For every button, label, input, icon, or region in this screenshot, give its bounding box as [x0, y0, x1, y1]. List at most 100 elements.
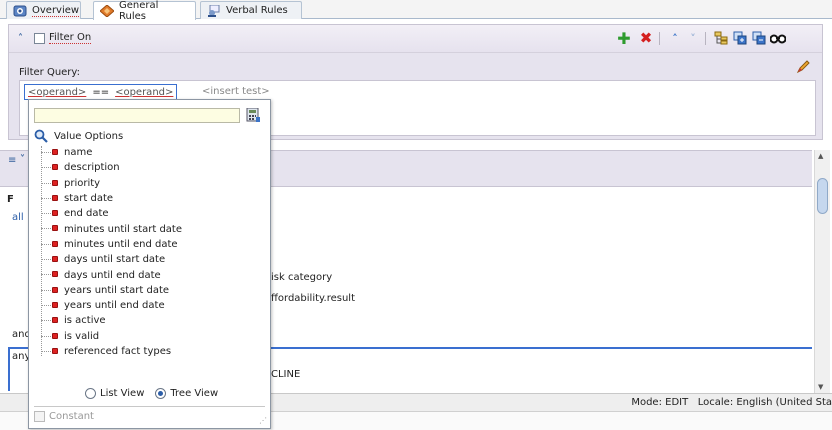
tree-item-minutes-until-start-date[interactable]: minutes until start date	[39, 221, 182, 236]
tree-item-years-until-end-date[interactable]: years until end date	[39, 298, 182, 313]
add-icon[interactable]: ✚	[616, 29, 632, 48]
vertical-scrollbar[interactable]: ▲ ▼	[814, 150, 830, 393]
tree-item-label: priority	[64, 177, 101, 189]
value-options-header: Value Options	[34, 129, 123, 143]
affordability-text: ffordability.result	[271, 293, 355, 304]
tree-item-label: description	[64, 162, 120, 174]
operator[interactable]: ==	[92, 87, 109, 98]
constant-checkbox[interactable]	[34, 411, 45, 422]
tree-item-referenced-fact-types[interactable]: referenced fact types	[39, 344, 182, 359]
attribute-node-icon	[52, 286, 58, 293]
attribute-node-icon	[52, 164, 58, 171]
left-operand[interactable]: <operand>	[28, 87, 86, 98]
attribute-node-icon	[52, 210, 58, 217]
attribute-node-icon	[52, 256, 58, 263]
insert-test-link[interactable]: <insert test>	[202, 86, 270, 97]
attribute-node-icon	[52, 301, 58, 308]
rule-section-letter: F	[7, 194, 14, 205]
view-toggle: List View Tree View	[85, 388, 218, 399]
tree-item-minutes-until-end-date[interactable]: minutes until end date	[39, 237, 182, 252]
tab-label: General Rules	[119, 0, 159, 22]
search-icon	[34, 129, 48, 143]
tree-item-label: is active	[64, 315, 106, 327]
value-options-popup: Value Options name description priority …	[28, 99, 271, 429]
decline-text: CLINE	[271, 369, 301, 380]
tree-item-years-until-start-date[interactable]: years until start date	[39, 283, 182, 298]
expand-chevron-icon[interactable]: ˅	[20, 154, 25, 165]
status-mode: Mode: EDIT	[631, 397, 689, 408]
tree-item-is-valid[interactable]: is valid	[39, 329, 182, 344]
value-options-title: Value Options	[54, 130, 124, 142]
tab-general-rules[interactable]: General Rules	[93, 0, 196, 22]
value-search-input[interactable]	[34, 108, 240, 123]
move-up-icon[interactable]: ˄	[667, 30, 683, 46]
rules-diamond-icon	[99, 4, 115, 18]
verbal-rules-icon	[207, 4, 221, 17]
tab-verbal-rules[interactable]: Verbal Rules	[200, 1, 302, 19]
move-down-icon[interactable]: ˅	[685, 30, 701, 46]
tree-item-label: start date	[64, 193, 114, 205]
collapse-toggle-icon[interactable]: ≡	[8, 155, 16, 166]
tree-item-name[interactable]: name	[39, 145, 182, 160]
attribute-node-icon	[52, 194, 58, 201]
calculator-icon[interactable]	[246, 107, 260, 122]
list-view-label[interactable]: List View	[100, 388, 144, 399]
tree-item-days-until-end-date[interactable]: days until end date	[39, 267, 182, 282]
edit-pencil-icon[interactable]	[795, 59, 811, 75]
attribute-node-icon	[52, 240, 58, 247]
attribute-node-icon	[52, 271, 58, 278]
tree-item-start-date[interactable]: start date	[39, 191, 182, 206]
attribute-node-icon	[52, 179, 58, 186]
list-view-radio[interactable]	[85, 388, 96, 399]
attribute-node-icon	[52, 332, 58, 339]
tree-item-days-until-start-date[interactable]: days until start date	[39, 252, 182, 267]
tab-bar: Overview General Rules Verbal Rules	[0, 0, 832, 22]
value-options-tree: name description priority start date end…	[39, 145, 182, 359]
attribute-node-icon	[52, 225, 58, 232]
overview-icon	[13, 5, 27, 17]
collapse-chevron-icon[interactable]: ˄	[18, 33, 23, 44]
status-text: Mode: EDIT Locale: English (United Sta	[631, 397, 832, 408]
tree-item-label: years until end date	[64, 300, 165, 312]
filter-on-checkbox[interactable]	[34, 33, 45, 44]
tree-view-radio[interactable]	[155, 388, 167, 399]
tree-item-label: days until end date	[64, 269, 161, 281]
collapse-icon[interactable]	[751, 30, 767, 46]
scrollbar-thumb[interactable]	[817, 178, 828, 214]
tree-item-description[interactable]: description	[39, 160, 182, 175]
tab-overview[interactable]: Overview	[6, 1, 81, 19]
tree-item-label: days until start date	[64, 254, 166, 266]
constant-option: Constant	[34, 411, 94, 422]
scroll-up-icon[interactable]: ▲	[818, 152, 823, 160]
attribute-node-icon	[52, 347, 58, 354]
find-icon[interactable]	[770, 30, 786, 46]
filter-expression[interactable]: <operand> == <operand>	[24, 84, 178, 100]
tree-item-end-date[interactable]: end date	[39, 206, 182, 221]
selection-line-left	[8, 347, 10, 391]
tree-item-label: is valid	[64, 330, 100, 342]
delete-icon[interactable]: ✖	[638, 29, 654, 47]
tree-structure-icon[interactable]	[713, 30, 729, 46]
status-locale: Locale: English (United Sta	[697, 397, 832, 408]
all-text[interactable]: all	[12, 212, 24, 223]
attribute-node-icon	[52, 317, 58, 324]
toolbar-separator	[659, 32, 660, 45]
popup-divider	[34, 406, 265, 407]
tree-item-label: minutes until start date	[64, 223, 183, 235]
scroll-down-icon[interactable]: ▼	[818, 383, 823, 391]
tree-view-label[interactable]: Tree View	[170, 388, 218, 399]
expand-icon[interactable]	[732, 30, 748, 46]
resize-grip-icon[interactable]: ⋰	[259, 417, 267, 425]
filter-header: ˄ Filter On ✚ ✖ ˄ ˅	[9, 25, 822, 53]
toolbar-separator	[705, 32, 706, 45]
tree-item-is-active[interactable]: is active	[39, 313, 182, 328]
constant-label: Constant	[49, 411, 94, 422]
tab-label: Verbal Rules	[226, 5, 288, 16]
filter-on-label: Filter On	[49, 32, 92, 44]
right-operand[interactable]: <operand>	[115, 87, 173, 98]
risk-category-text: isk category	[271, 272, 333, 283]
tree-item-priority[interactable]: priority	[39, 176, 182, 191]
tree-item-label: referenced fact types	[64, 346, 172, 357]
tree-item-label: end date	[64, 208, 109, 220]
tab-label: Overview	[32, 4, 80, 17]
